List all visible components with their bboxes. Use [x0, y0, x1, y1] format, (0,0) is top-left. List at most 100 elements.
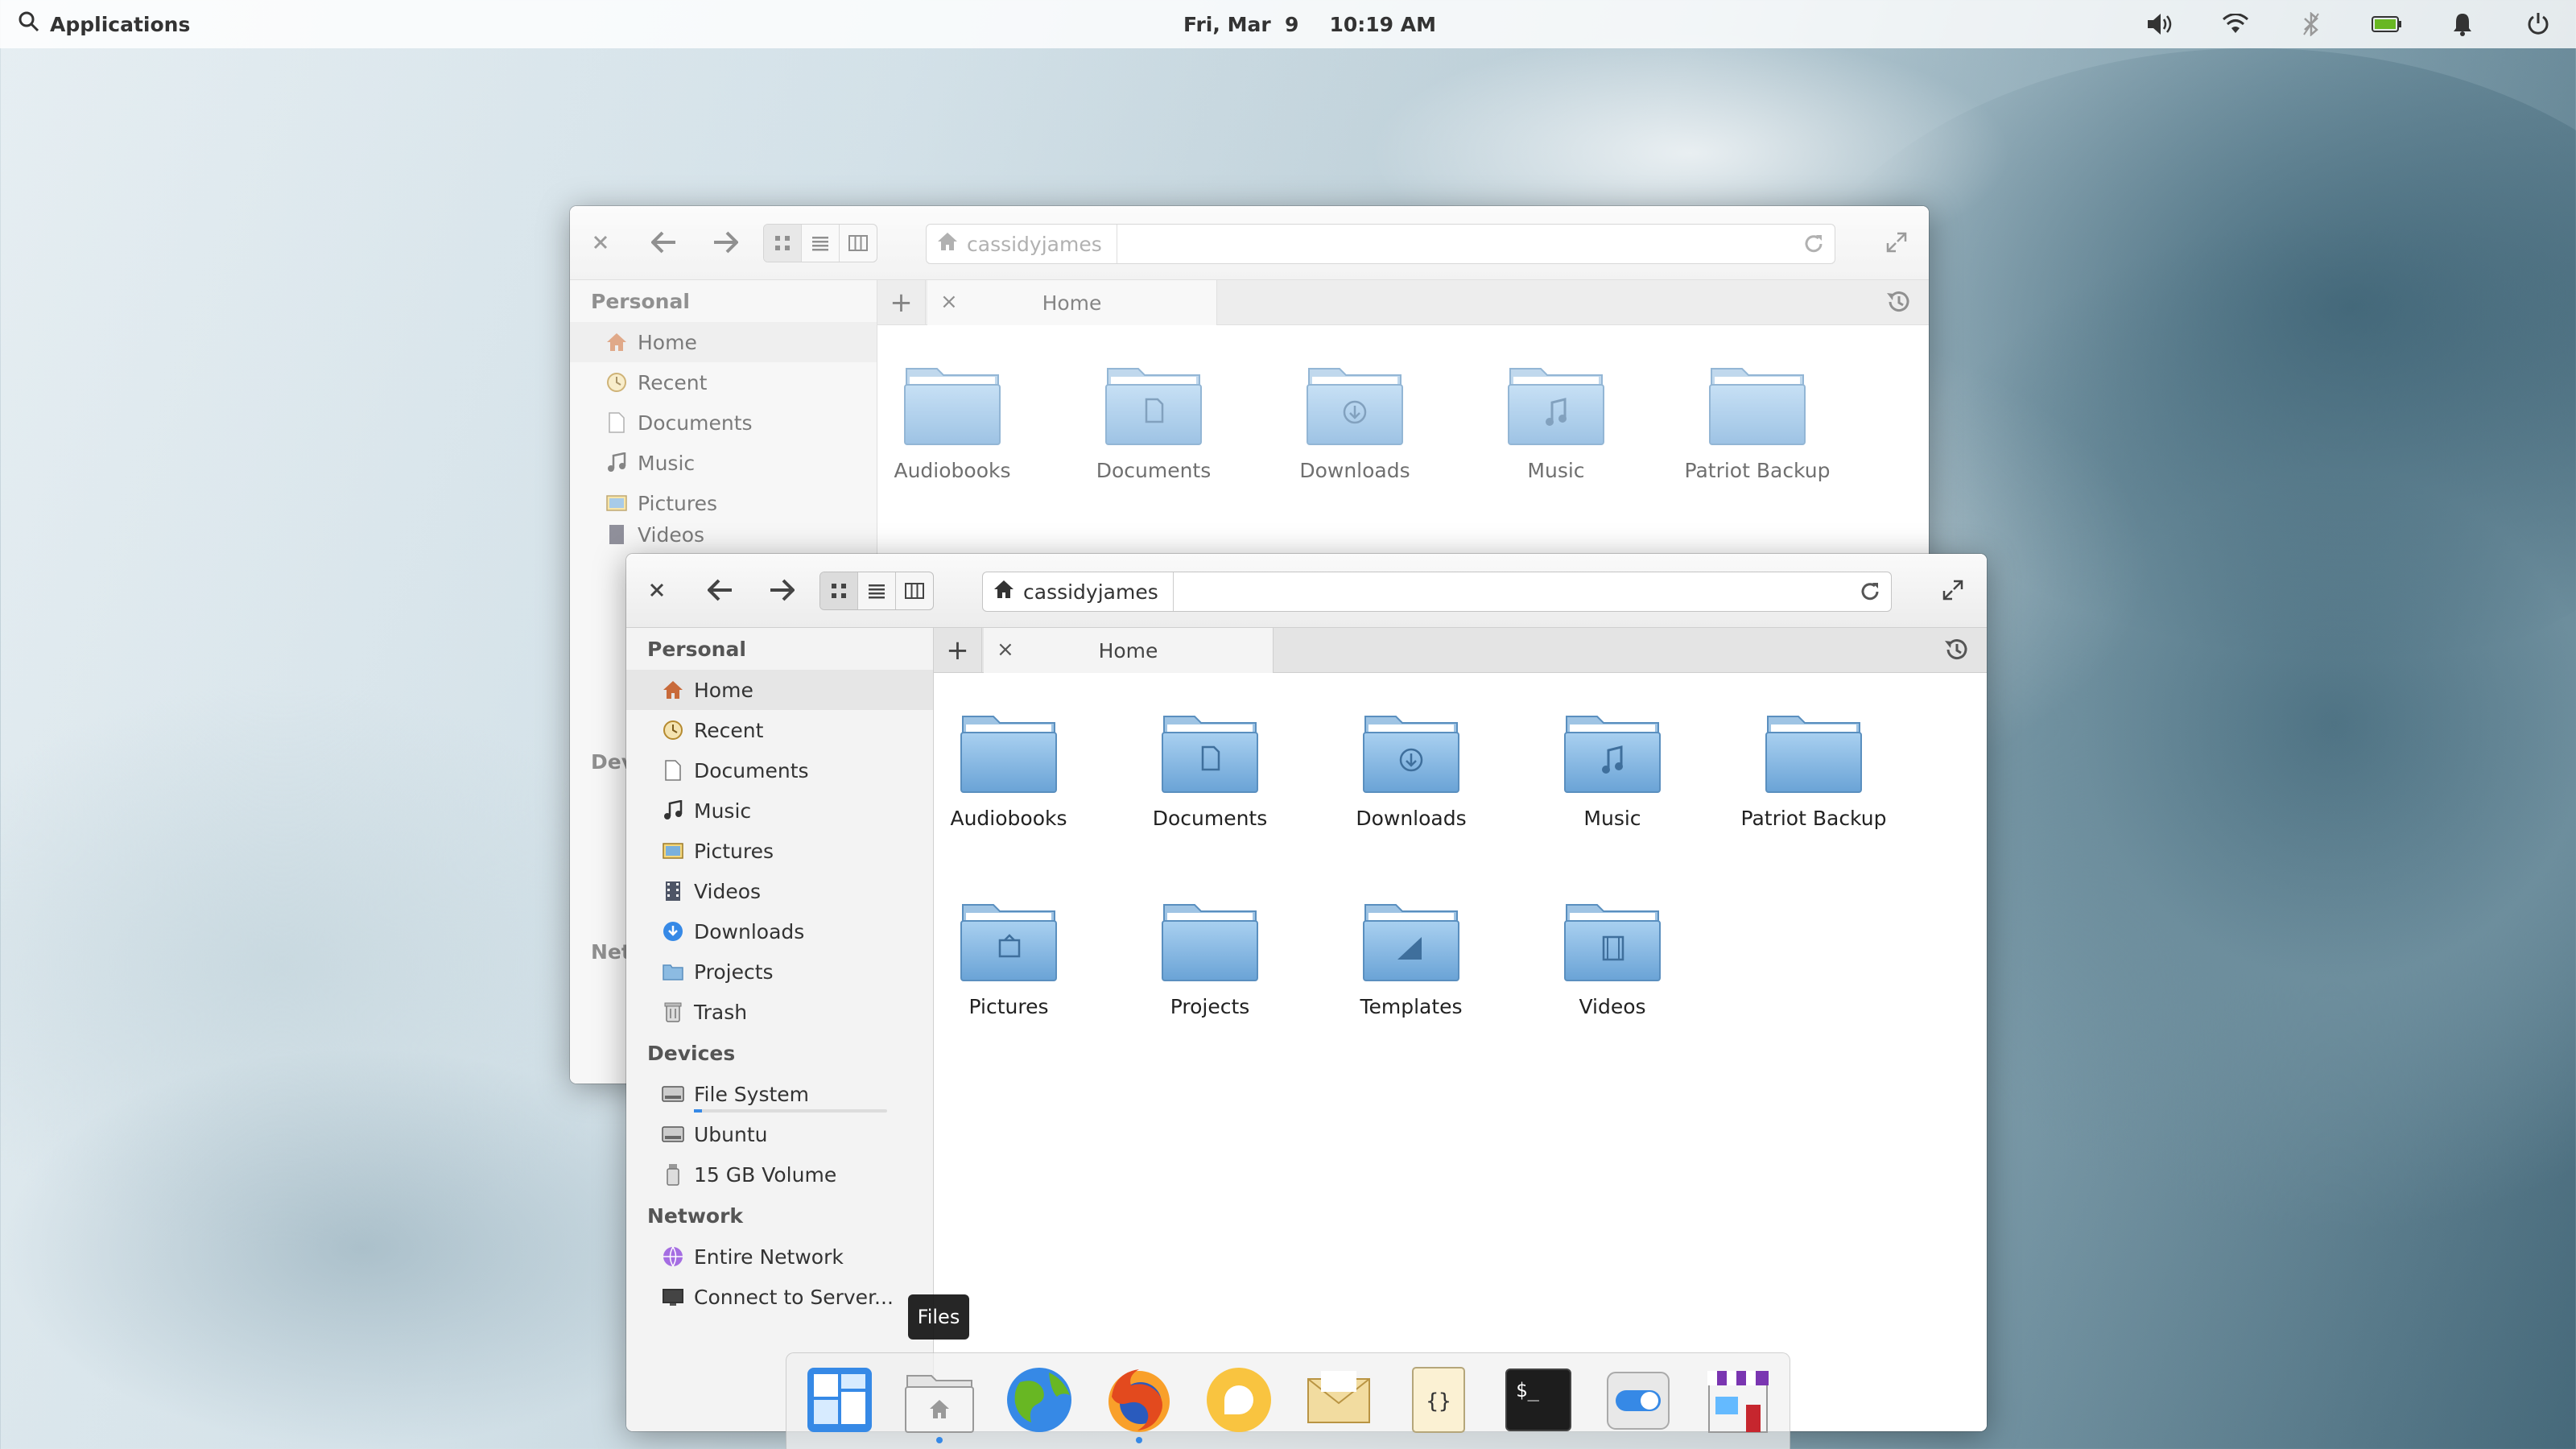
- list-view-button[interactable]: [802, 225, 840, 262]
- devices-header: Devices: [647, 1041, 736, 1065]
- wifi-icon[interactable]: [2198, 0, 2273, 48]
- sidebar-item-pictures[interactable]: Pictures: [626, 831, 933, 871]
- breadcrumb-label: cassidyjames: [967, 232, 1102, 256]
- tab-home[interactable]: × Home: [984, 628, 1274, 673]
- history-icon[interactable]: [1943, 636, 1971, 667]
- new-tab-button[interactable]: +: [877, 280, 926, 325]
- sidebar-item-videos[interactable]: Videos: [626, 871, 933, 911]
- location-bar[interactable]: cassidyjames: [926, 224, 1835, 264]
- sidebar-item-videos[interactable]: Videos: [570, 523, 877, 546]
- folder-item[interactable]: Downloads: [1262, 357, 1447, 482]
- maximize-button[interactable]: [1937, 570, 1969, 610]
- folder-item[interactable]: Audiobooks: [860, 357, 1045, 482]
- bluetooth-icon[interactable]: [2273, 0, 2349, 48]
- applications-menu[interactable]: Applications: [18, 0, 190, 48]
- close-button[interactable]: [641, 570, 673, 610]
- sidebar-item-label: Downloads: [694, 919, 805, 943]
- messaging-icon[interactable]: [1200, 1361, 1278, 1439]
- location-bar[interactable]: cassidyjames: [982, 572, 1892, 612]
- reload-icon[interactable]: [1802, 233, 1825, 260]
- column-view-button[interactable]: [840, 225, 877, 262]
- folder-item[interactable]: Patriot Backup: [1721, 705, 1906, 830]
- folder-item[interactable]: Patriot Backup: [1665, 357, 1850, 482]
- disk-usage-bar: [694, 1109, 887, 1113]
- column-view-button[interactable]: [896, 572, 933, 609]
- sidebar-item-file-system[interactable]: File System: [626, 1074, 933, 1114]
- sidebar-item-ubuntu[interactable]: Ubuntu: [626, 1114, 933, 1154]
- back-button[interactable]: [644, 222, 684, 262]
- sidebar-item-recent[interactable]: Recent: [570, 362, 877, 402]
- folder-item[interactable]: Projects: [1117, 894, 1302, 1018]
- grid-view-button[interactable]: [820, 572, 858, 609]
- terminal-icon[interactable]: $_: [1500, 1361, 1577, 1439]
- tab-home[interactable]: × Home: [927, 280, 1217, 325]
- sidebar-item-volume[interactable]: 15 GB Volume: [626, 1154, 933, 1195]
- files-icon[interactable]: [901, 1361, 978, 1443]
- sidebar-item-home[interactable]: Home: [570, 322, 877, 362]
- sidebar-item-label: Music: [694, 799, 752, 823]
- sidebar-item-music[interactable]: Music: [570, 443, 877, 483]
- forward-button[interactable]: [762, 570, 802, 610]
- sidebar-item-label: Pictures: [638, 491, 717, 515]
- folder-item[interactable]: Downloads: [1319, 705, 1504, 830]
- sidebar-item-recent[interactable]: Recent: [626, 710, 933, 750]
- download-icon: [662, 920, 684, 943]
- reload-icon[interactable]: [1859, 580, 1881, 608]
- forward-button[interactable]: [705, 222, 745, 262]
- dock: {} $_: [786, 1352, 1790, 1449]
- web-browser-icon[interactable]: [1001, 1361, 1078, 1439]
- system-settings-icon[interactable]: [1600, 1361, 1677, 1439]
- grid-view-button[interactable]: [764, 225, 802, 262]
- list-view-button[interactable]: [858, 572, 896, 609]
- folder-item[interactable]: Pictures: [916, 894, 1101, 1018]
- sidebar-item-label: 15 GB Volume: [694, 1162, 837, 1187]
- sidebar-item-downloads[interactable]: Downloads: [626, 911, 933, 952]
- folder-icon: [900, 357, 1005, 448]
- sidebar-item-documents[interactable]: Documents: [626, 750, 933, 791]
- battery-icon[interactable]: [2349, 0, 2425, 48]
- sidebar-item-trash[interactable]: Trash: [626, 992, 933, 1032]
- sidebar-item-projects[interactable]: Projects: [626, 952, 933, 992]
- firefox-icon[interactable]: [1100, 1361, 1178, 1443]
- trash-icon: [662, 1001, 684, 1023]
- folder-item[interactable]: Documents: [1117, 705, 1302, 830]
- folder-item[interactable]: Music: [1520, 705, 1705, 830]
- appcenter-icon[interactable]: [1699, 1361, 1777, 1439]
- back-button[interactable]: [700, 570, 741, 610]
- volume-icon[interactable]: [2122, 0, 2198, 48]
- new-tab-button[interactable]: +: [934, 628, 982, 673]
- folder-item[interactable]: Documents: [1061, 357, 1246, 482]
- music-folder-icon: [1504, 357, 1608, 448]
- sidebar-item-music[interactable]: Music: [626, 791, 933, 831]
- breadcrumb[interactable]: cassidyjames: [936, 225, 1117, 263]
- maximize-button[interactable]: [1880, 222, 1913, 262]
- sidebar-item-connect-server[interactable]: Connect to Server...: [626, 1277, 933, 1317]
- network-header: Network: [647, 1203, 744, 1228]
- folder-item[interactable]: Music: [1463, 357, 1649, 482]
- folder-item[interactable]: Templates: [1319, 894, 1504, 1018]
- files-window[interactable]: cassidyjames Personal Home Recent Docume…: [626, 554, 1987, 1431]
- tab-close-button[interactable]: ×: [940, 290, 958, 314]
- mail-icon[interactable]: [1300, 1361, 1377, 1439]
- sidebar-item-pictures[interactable]: Pictures: [570, 483, 877, 523]
- running-indicator: [936, 1437, 943, 1443]
- history-icon[interactable]: [1885, 288, 1913, 319]
- sidebar-item-entire-network[interactable]: Entire Network: [626, 1236, 933, 1277]
- notifications-icon[interactable]: [2425, 0, 2500, 48]
- datetime-indicator[interactable]: Fri, Mar 9 10:19 AM: [1183, 0, 1436, 48]
- sidebar-item-documents[interactable]: Documents: [570, 402, 877, 443]
- sidebar-item-label: Pictures: [694, 839, 774, 863]
- power-icon[interactable]: [2500, 0, 2576, 48]
- folder-label: Audiobooks: [894, 459, 1011, 482]
- tab-close-button[interactable]: ×: [997, 638, 1014, 662]
- folder-item[interactable]: Videos: [1520, 894, 1705, 1018]
- sidebar-item-home[interactable]: Home: [626, 670, 933, 710]
- folder-icon: [1761, 705, 1866, 795]
- usb-drive-icon: [662, 1163, 684, 1186]
- folder-item[interactable]: Audiobooks: [916, 705, 1101, 830]
- sidebar-item-label: Entire Network: [694, 1245, 844, 1269]
- multitasking-view-icon[interactable]: [801, 1361, 878, 1439]
- code-editor-icon[interactable]: {}: [1400, 1361, 1477, 1439]
- breadcrumb[interactable]: cassidyjames: [993, 572, 1174, 611]
- close-button[interactable]: [584, 222, 617, 262]
